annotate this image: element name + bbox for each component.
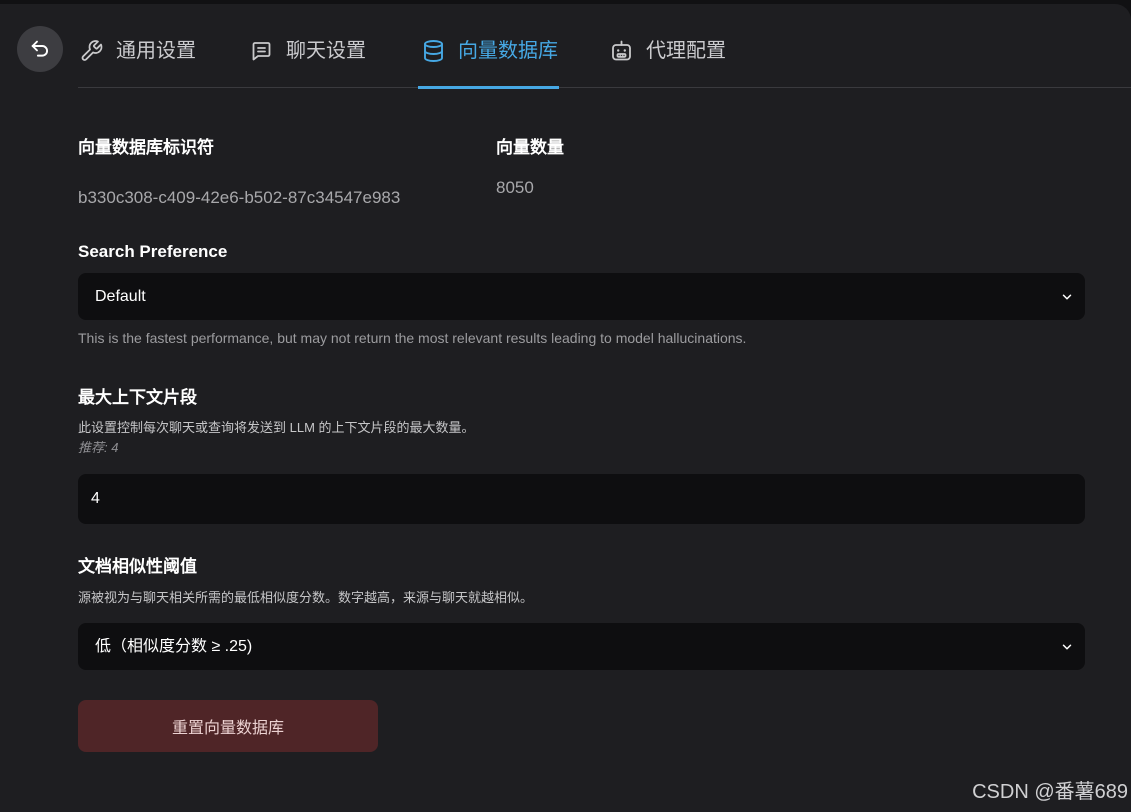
vector-db-identifier-label: 向量数据库标识符 <box>78 138 214 157</box>
tab-general-settings[interactable]: 通用设置 <box>79 37 196 89</box>
similarity-threshold-description: 源被视为与聊天相关所需的最低相似度分数。数字越高，来源与聊天就越相似。 <box>78 590 534 605</box>
search-preference-select[interactable]: Default <box>78 273 1085 320</box>
tab-agent-config[interactable]: 代理配置 <box>609 37 726 89</box>
search-preference-description: This is the fastest performance, but may… <box>78 330 747 346</box>
search-preference-field[interactable]: Default <box>78 273 1085 320</box>
vector-db-identifier-value: b330c308-c409-42e6-b502-87c34547e983 <box>78 188 401 207</box>
vector-count-label: 向量数量 <box>496 138 564 157</box>
max-context-input[interactable] <box>78 474 1085 524</box>
reset-vector-db-button[interactable]: 重置向量数据库 <box>78 700 378 752</box>
robot-icon <box>609 39 634 63</box>
undo-arrow-icon <box>31 40 48 57</box>
tab-label: 代理配置 <box>646 40 726 62</box>
database-icon <box>421 39 446 63</box>
tab-label: 聊天设置 <box>286 40 366 62</box>
tab-chat-settings[interactable]: 聊天设置 <box>249 37 366 89</box>
settings-panel: 通用设置 聊天设置 向量数据库 代理配置 向量数据库标识符 向量数量 b330c… <box>0 4 1131 812</box>
max-context-field[interactable] <box>78 474 1085 524</box>
max-context-label: 最大上下文片段 <box>78 388 197 407</box>
watermark: CSDN @番薯689 <box>972 781 1128 803</box>
tab-label: 通用设置 <box>116 40 196 62</box>
tabs-divider <box>78 87 1131 88</box>
vector-count-value: 8050 <box>496 178 534 197</box>
max-context-recommendation: 推荐: 4 <box>78 440 119 455</box>
similarity-threshold-field[interactable]: 低（相似度分数 ≥ .25) <box>78 623 1085 670</box>
tab-label: 向量数据库 <box>458 40 558 62</box>
max-context-description: 此设置控制每次聊天或查询将发送到 LLM 的上下文片段的最大数量。 <box>78 420 475 435</box>
similarity-threshold-label: 文档相似性阈值 <box>78 557 197 576</box>
wrench-icon <box>79 39 104 63</box>
similarity-threshold-select[interactable]: 低（相似度分数 ≥ .25) <box>78 623 1085 670</box>
search-preference-label: Search Preference <box>78 242 228 261</box>
back-button[interactable] <box>17 26 63 72</box>
chat-text-icon <box>249 39 274 63</box>
tab-vector-database[interactable]: 向量数据库 <box>418 37 559 89</box>
